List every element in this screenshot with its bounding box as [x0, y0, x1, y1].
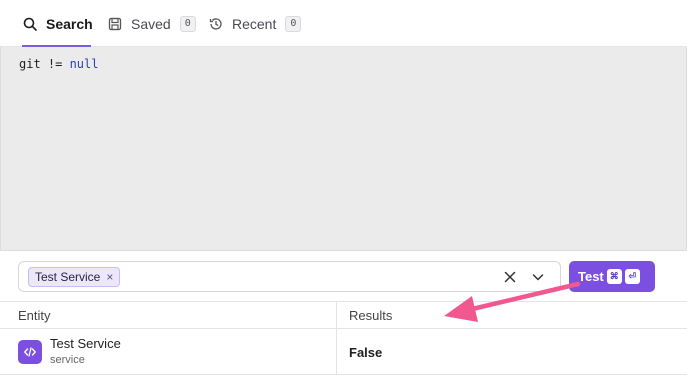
- column-header-entity: Entity: [18, 308, 51, 323]
- command-key-icon: ⌘: [606, 269, 622, 284]
- results-table: Entity Results Test Service service Fals…: [0, 301, 687, 388]
- search-icon: [22, 16, 38, 32]
- tab-search[interactable]: Search: [22, 0, 93, 47]
- enter-key-icon: ⏎: [624, 269, 640, 284]
- query-tabs: Search Saved 0 Recent 0: [0, 0, 687, 47]
- tab-saved-label: Saved: [131, 15, 171, 32]
- entity-chip-label: Test Service: [35, 270, 101, 284]
- tab-recent[interactable]: Recent 0: [208, 0, 302, 47]
- entity-type: service: [50, 354, 85, 366]
- save-icon: [107, 16, 123, 32]
- chip-remove-icon[interactable]: ×: [106, 270, 113, 284]
- code-expression: git !=: [19, 57, 70, 71]
- history-icon: [208, 16, 224, 32]
- clear-icon[interactable]: [502, 269, 518, 285]
- tab-search-label: Search: [46, 15, 93, 32]
- query-editor[interactable]: git != null: [0, 47, 687, 251]
- entity-chip: Test Service ×: [28, 267, 121, 287]
- tab-saved[interactable]: Saved 0: [107, 0, 196, 47]
- service-code-icon: [18, 340, 42, 364]
- table-header: Entity Results: [0, 302, 687, 329]
- table-row[interactable]: Test Service service False: [0, 330, 687, 375]
- recent-count-badge: 0: [285, 15, 302, 32]
- entity-picker[interactable]: Test Service ×: [18, 261, 561, 292]
- test-entity-row: Test Service × Test ⌘ ⏎: [0, 251, 687, 301]
- column-header-results: Results: [349, 308, 393, 323]
- test-button[interactable]: Test ⌘ ⏎: [569, 261, 655, 292]
- query-code[interactable]: git != null: [19, 57, 98, 71]
- saved-count-badge: 0: [179, 15, 196, 32]
- result-value: False: [349, 345, 383, 360]
- code-keyword: null: [69, 57, 99, 71]
- chevron-down-icon[interactable]: [530, 269, 546, 285]
- test-button-label: Test: [578, 269, 604, 284]
- entity-name[interactable]: Test Service: [50, 336, 121, 351]
- tab-recent-label: Recent: [232, 15, 277, 32]
